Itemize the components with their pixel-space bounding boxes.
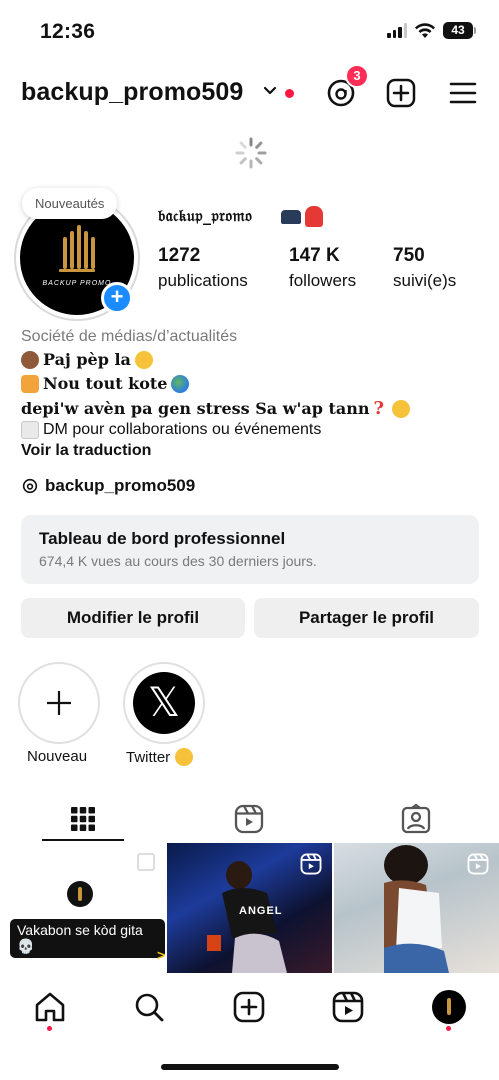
status-icons: 43 — [387, 22, 476, 39]
bio-line-1: Paj pèp la — [21, 350, 153, 369]
highlight-label-text: Twitter — [126, 748, 171, 766]
stat-publications[interactable]: 1272 publications — [158, 245, 248, 291]
bottom-navigation — [0, 973, 499, 1080]
new-highlight-button[interactable] — [18, 662, 100, 744]
tab-tagged[interactable] — [333, 795, 499, 843]
ok-hand-icon — [21, 350, 39, 369]
chevron-down-icon[interactable] — [262, 82, 278, 98]
threads-badge: 3 — [345, 64, 369, 88]
grid-post-2[interactable]: ANGEL — [167, 843, 332, 973]
bio-line-2: Nou tout kote — [21, 374, 190, 393]
professional-dashboard[interactable]: Tableau de bord professionnel 674,4 K vu… — [21, 515, 479, 584]
battery-icon: 43 — [443, 22, 476, 39]
threads-small-icon — [22, 478, 38, 494]
x-logo-icon: 𝕏 — [133, 672, 195, 734]
note-bubble[interactable]: Nouveautés — [22, 188, 118, 219]
notification-dot — [285, 89, 294, 98]
stat-label: suivi(e)s — [393, 271, 457, 290]
skull-icon: 💀 — [17, 938, 35, 954]
people-icon — [21, 374, 39, 393]
wifi-icon — [415, 22, 435, 38]
dancer-image — [384, 845, 449, 973]
search-icon[interactable] — [132, 990, 166, 1024]
loading-spinner-icon — [235, 137, 267, 169]
see-translation-link[interactable]: Voir la traduction — [21, 442, 151, 460]
highlight-label-twitter: Twitter — [126, 748, 194, 766]
stat-value: 147 K — [289, 245, 340, 266]
bio-line-4: DM pour collaborations ou événements — [21, 421, 321, 439]
bio-line-3: depi'w avèn pa gen stress Sa w'ap tann ? — [21, 398, 411, 419]
add-story-button[interactable]: + — [101, 282, 133, 314]
highlight-label-new: Nouveau — [27, 748, 88, 765]
profile-category: Société de médias/d’actualités — [21, 328, 238, 345]
menu-icon[interactable] — [446, 76, 480, 110]
share-profile-button[interactable]: Partager le profil — [254, 598, 479, 638]
post-caption-text: Vakabon se kòd gita — [17, 922, 143, 938]
police-car-icon — [281, 210, 301, 224]
dashboard-title: Tableau de bord professionnel — [39, 529, 286, 548]
profile-notification-dot — [446, 1026, 451, 1031]
profile-nav-button[interactable] — [432, 990, 466, 1024]
wink-icon — [175, 748, 194, 766]
grid-icon — [71, 807, 95, 831]
tab-posts-grid[interactable] — [0, 795, 166, 843]
reels-icon[interactable] — [331, 990, 365, 1024]
stat-following[interactable]: 750 suivi(e)s — [393, 245, 456, 291]
bio-text: Nou tout kote — [43, 374, 168, 393]
profile-header: backup_promo509 3 — [0, 64, 499, 116]
bio-text: Paj pèp la — [43, 350, 131, 369]
threads-profile-link[interactable]: backup_promo509 — [21, 476, 195, 496]
stat-label: publications — [158, 271, 248, 290]
bio-text: depi'w avèn pa gen stress Sa w'ap tann — [21, 399, 370, 418]
home-icon[interactable] — [33, 990, 67, 1024]
stat-label: followers — [289, 271, 357, 290]
tab-reels[interactable] — [166, 795, 332, 843]
shirt-print: ANGEL — [239, 905, 283, 917]
reels-icon — [300, 853, 322, 875]
stat-value: 750 — [393, 245, 425, 266]
status-bar: 12:36 43 — [0, 0, 499, 62]
profile-tabs — [0, 795, 499, 843]
envelope-icon — [21, 421, 39, 439]
edit-profile-button[interactable]: Modifier le profil — [21, 598, 245, 638]
carousel-icon — [137, 853, 155, 871]
display-name: 𝔟𝔞𝔠𝔨𝔲𝔭_𝔭𝔯𝔬𝔪𝔬 — [158, 206, 253, 225]
globe-icon — [171, 374, 190, 393]
stat-value: 1272 — [158, 245, 201, 266]
reels-icon — [234, 804, 264, 834]
username-switcher[interactable]: backup_promo509 — [21, 78, 243, 107]
chevron-right-icon: > — [157, 947, 165, 963]
highlight-twitter[interactable]: 𝕏 — [123, 662, 205, 744]
plus-icon — [47, 691, 71, 715]
question-icon: ? — [373, 398, 385, 419]
profile-avatar-small — [432, 990, 466, 1024]
grid-post-3[interactable] — [334, 843, 499, 973]
home-notification-dot — [47, 1026, 52, 1031]
tagged-icon — [401, 804, 431, 834]
post-caption: Vakabon se kòd gita 💀 — [10, 919, 165, 958]
active-tab-indicator — [42, 839, 124, 841]
wave-icon — [134, 350, 153, 369]
home-indicator[interactable] — [161, 1064, 339, 1070]
status-time: 12:36 — [40, 20, 96, 43]
bio-text: DM pour collaborations ou événements — [43, 421, 322, 438]
threads-handle: backup_promo509 — [45, 476, 196, 495]
sunglasses-icon — [392, 399, 411, 418]
siren-icon — [305, 206, 323, 227]
signal-icon — [387, 23, 407, 38]
stat-followers[interactable]: 147 K followers — [289, 245, 356, 291]
create-icon[interactable] — [232, 990, 266, 1024]
create-post-icon[interactable] — [384, 76, 418, 110]
grid-post-1[interactable]: Vakabon se kòd gita 💀 > — [0, 843, 165, 973]
reels-icon — [467, 853, 489, 875]
brand-logo-icon — [67, 881, 93, 907]
dashboard-subtitle: 674,4 K vues au cours des 30 derniers jo… — [39, 553, 317, 569]
brand-logo-icon — [59, 225, 95, 272]
